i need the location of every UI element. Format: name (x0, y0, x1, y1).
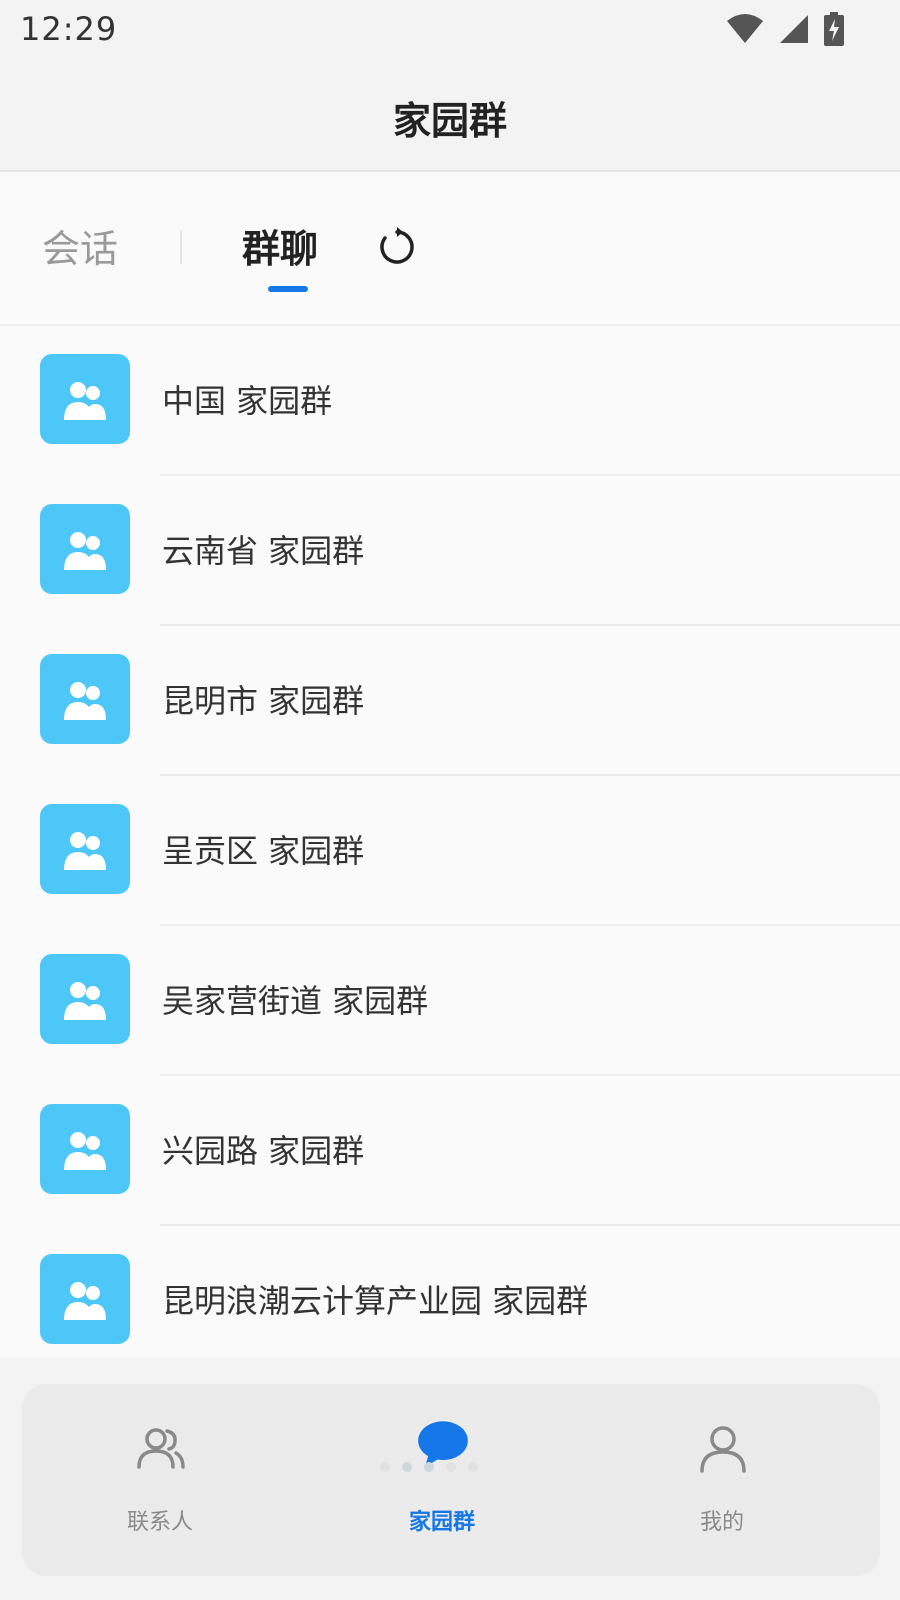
status-icons (726, 12, 844, 46)
group-people-icon (64, 1282, 106, 1320)
page-dot (424, 1462, 434, 1472)
nav-contacts[interactable]: 联系人 (60, 1384, 260, 1576)
nav-me[interactable]: 我的 (622, 1384, 822, 1576)
group-avatar (40, 804, 130, 894)
group-people-icon (64, 682, 106, 720)
tab-conversations[interactable]: 会话 (42, 218, 118, 273)
page-dot (446, 1462, 456, 1472)
page-dot (468, 1462, 478, 1472)
group-list-item[interactable]: 昆明市 家园群 (0, 626, 900, 776)
wifi-icon (727, 14, 763, 43)
group-avatar (40, 954, 130, 1044)
group-avatar (40, 354, 130, 444)
group-people-icon (64, 832, 106, 870)
page-dot (380, 1462, 390, 1472)
tab-bar: 会话 群聊 (0, 172, 900, 326)
group-name: 呈贡区 家园群 (162, 832, 365, 870)
signal-icon (780, 15, 808, 43)
battery-charging-icon (824, 12, 844, 46)
group-name: 云南省 家园群 (162, 532, 365, 570)
tab-group-chats[interactable]: 群聊 (242, 218, 318, 273)
group-avatar (40, 504, 130, 594)
group-list: 中国 家园群 云南省 家园群 昆明市 家园群 呈贡区 家园群吴家营街道 家园群 兴园路 … (0, 326, 900, 1376)
group-people-icon (64, 1132, 106, 1170)
group-list-item[interactable]: 兴园路 家园群 (0, 1076, 900, 1226)
group-avatar (40, 1104, 130, 1194)
group-name: 中国 家园群 (162, 382, 333, 420)
group-people-icon (64, 532, 106, 570)
group-people-icon (64, 382, 106, 420)
tab-divider (180, 230, 182, 264)
group-list-item[interactable]: 昆明浪潮云计算产业园 家园群 (0, 1226, 900, 1376)
status-bar: 12:29 (0, 0, 900, 64)
page-indicator-dots (380, 1462, 478, 1472)
active-tab-indicator (268, 286, 308, 292)
page-dot (402, 1462, 412, 1472)
contacts-icon (137, 1428, 185, 1469)
status-time: 12:29 (20, 10, 118, 48)
refresh-icon[interactable] (376, 226, 418, 268)
nav-label-contacts: 联系人 (126, 1510, 193, 1535)
group-name: 吴家营街道 家园群 (162, 982, 429, 1020)
group-name: 昆明市 家园群 (162, 682, 365, 720)
nav-label-home-groups: 家园群 (408, 1510, 475, 1535)
group-list-item[interactable]: 云南省 家园群 (0, 476, 900, 626)
page-title: 家园群 (392, 99, 507, 143)
group-list-item[interactable]: 呈贡区 家园群 (0, 776, 900, 926)
app-header: 家园群 (0, 64, 900, 172)
person-icon (700, 1426, 746, 1473)
group-name: 兴园路 家园群 (162, 1132, 365, 1170)
group-list-item[interactable]: 中国 家园群 (0, 326, 900, 476)
bottom-nav: 联系人 家园群 我的 (22, 1384, 880, 1576)
group-avatar (40, 1254, 130, 1344)
group-list-item[interactable]: 吴家营街道 家园群 (0, 926, 900, 1076)
group-people-icon (64, 982, 106, 1020)
nav-home-groups[interactable]: 家园群 (342, 1384, 542, 1576)
group-avatar (40, 654, 130, 744)
group-name: 昆明浪潮云计算产业园 家园群 (162, 1282, 589, 1320)
nav-label-me: 我的 (699, 1510, 744, 1535)
